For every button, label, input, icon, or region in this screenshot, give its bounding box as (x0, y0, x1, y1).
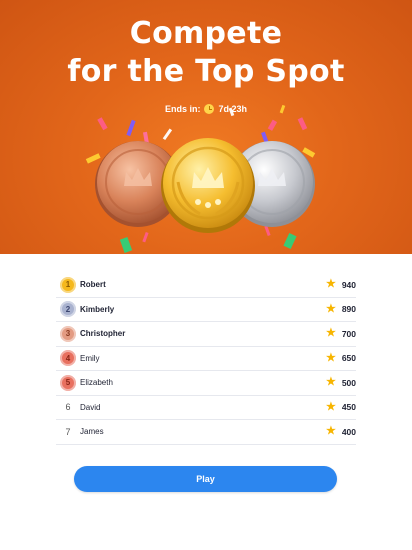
rank-cell: 6 (56, 402, 80, 412)
rank-number: 7 (65, 426, 71, 437)
star-icon: ★ (325, 425, 336, 438)
leaderboard-row: 6 David ★ 450 (56, 396, 356, 420)
player-name: David (80, 402, 101, 412)
star-icon: ★ (325, 327, 336, 340)
page-title-line2: for the Top Spot (67, 54, 345, 89)
leaderboard-list: 1 Robert ★ 940 2 Kimberly ★ 890 3 Christopher ★ 700… (56, 273, 356, 445)
player-score: ★ 500 (326, 377, 356, 388)
rank-number: 6 (65, 402, 71, 413)
countdown-label: Ends in: (164, 104, 201, 114)
star-icon: ★ (325, 376, 336, 389)
rank-cell: 4 (56, 350, 80, 367)
score-value: 500 (341, 377, 356, 388)
star-icon: ★ (325, 302, 336, 315)
play-button[interactable]: Play (74, 466, 337, 492)
player-score: ★ 400 (326, 426, 356, 437)
player-name: Christopher (80, 329, 126, 339)
rank-cell: 2 (56, 301, 80, 318)
rank-badge-icon: 4 (60, 350, 76, 367)
star-icon: ★ (325, 351, 336, 364)
player-score: ★ 450 (325, 400, 356, 413)
score-value: 700 (341, 328, 356, 339)
player-name: Robert (80, 280, 106, 290)
star-icon: ★ (325, 400, 336, 413)
player-name: James (80, 427, 104, 437)
leaderboard-row: 4 Emily ★ 650 (56, 347, 356, 371)
rank-badge-icon: 5 (60, 374, 76, 391)
rank-cell: 7 (56, 427, 80, 437)
player-name: Emily (80, 353, 100, 363)
rank-cell: 3 (56, 325, 80, 342)
score-value: 890 (341, 304, 356, 315)
player-score: ★ 700 (326, 328, 356, 339)
player-score: ★ 890 (325, 302, 356, 315)
rank-cell: 5 (56, 374, 80, 391)
rank-badge-icon: 1 (60, 276, 76, 293)
star-icon: ★ (325, 278, 336, 291)
clock-icon (204, 104, 215, 114)
score-value: 940 (341, 279, 356, 290)
player-score: ★ 940 (326, 279, 356, 290)
hero-banner: Compete for the Top Spot Ends in: 7d 23h (0, 0, 412, 254)
rank-number: 3 (65, 329, 71, 339)
rank-number: 1 (65, 280, 71, 290)
countdown-value: 7d 23h (218, 104, 247, 114)
score-value: 450 (341, 402, 356, 413)
leaderboard-row: 7 James ★ 400 (56, 420, 356, 445)
leaderboard-row: 1 Robert ★ 940 (56, 273, 356, 298)
score-value: 650 (341, 353, 356, 364)
leaderboard-row: 3 Christopher ★ 700 (56, 322, 356, 347)
gold-medal-icon (161, 138, 255, 233)
player-name: Elizabeth (80, 378, 113, 388)
rank-number: 4 (65, 353, 71, 363)
page-title-line1: Compete (129, 16, 283, 51)
leaderboard-row: 2 Kimberly ★ 890 (56, 298, 356, 322)
score-value: 400 (341, 426, 356, 437)
rank-cell: 1 (56, 276, 80, 293)
rank-number: 5 (65, 378, 71, 388)
player-score: ★ 650 (325, 351, 356, 364)
medals-illustration (95, 138, 315, 233)
player-name: Kimberly (80, 304, 115, 314)
countdown: Ends in: 7d 23h (0, 104, 412, 114)
rank-badge-icon: 3 (60, 325, 76, 342)
rank-number: 2 (65, 304, 71, 314)
leaderboard-row: 5 Elizabeth ★ 500 (56, 371, 356, 396)
rank-badge-icon: 2 (60, 301, 76, 318)
